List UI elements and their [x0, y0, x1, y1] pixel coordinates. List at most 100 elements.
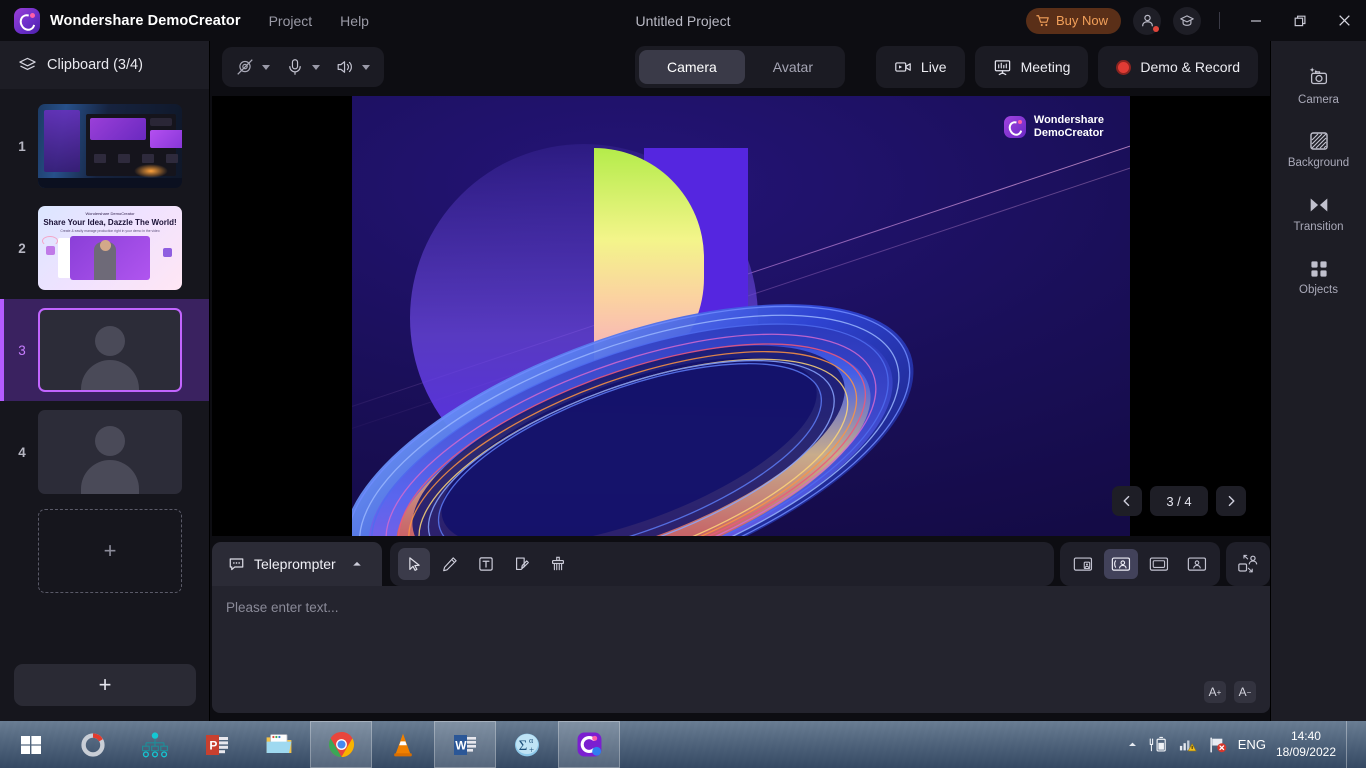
note-tool[interactable] — [506, 548, 538, 580]
vlc-cone-icon — [394, 733, 412, 756]
watermark-line-1: Wondershare — [1033, 114, 1104, 126]
preview-pager: 3 / 4 — [1112, 486, 1246, 516]
title-bar-right: Buy Now — [1025, 0, 1366, 41]
clipboard-item-3[interactable]: 3 — [0, 299, 209, 401]
network-warning-icon[interactable] — [1178, 736, 1198, 754]
democreator-icon — [577, 732, 601, 757]
view-screen-only[interactable] — [1142, 549, 1176, 579]
view-camera-only[interactable] — [1180, 549, 1214, 579]
increase-font-button[interactable]: A + — [1204, 681, 1226, 703]
eraser-tool[interactable] — [542, 548, 574, 580]
next-page-button[interactable] — [1216, 486, 1246, 516]
microphone-toggle[interactable] — [278, 50, 312, 84]
flag-error-icon[interactable] — [1208, 736, 1228, 754]
clipboard-sidebar: Clipboard (3/4) 1 2 Wondershare DemoCrea… — [0, 41, 210, 721]
sidebar-item-label: Camera — [1298, 93, 1339, 106]
clipboard-item-number: 2 — [18, 240, 26, 256]
word-icon: W — [454, 734, 476, 755]
meeting-button[interactable]: Meeting — [974, 46, 1089, 88]
clipboard-title: Clipboard (3/4) — [47, 57, 143, 73]
swap-layout-button[interactable] — [1226, 542, 1270, 586]
menu-project[interactable]: Project — [269, 13, 313, 29]
language-indicator[interactable]: ENG — [1238, 737, 1266, 752]
camera-toggle[interactable] — [228, 50, 262, 84]
mathtype-app[interactable]: Σ α + — [496, 721, 558, 768]
sidebar-item-camera[interactable]: Camera — [1271, 53, 1366, 117]
select-tool[interactable] — [398, 548, 430, 580]
svg-text:Σ: Σ — [519, 738, 528, 754]
tab-avatar[interactable]: Avatar — [745, 50, 841, 84]
video-camera-icon — [895, 62, 911, 72]
chrome-app[interactable] — [310, 721, 372, 768]
speaker-toggle[interactable] — [328, 50, 362, 84]
capture-toolbar: Camera Avatar Live Meeting Demo & Record — [210, 41, 1270, 93]
clock[interactable]: 14:40 18/09/2022 — [1276, 729, 1336, 760]
search-circle-icon — [81, 732, 105, 757]
grid-squares-icon — [1310, 260, 1327, 277]
mindmap-icon — [142, 731, 168, 757]
clipboard-item-2[interactable]: 2 Wondershare DemoCreator Share Your Ide… — [0, 197, 209, 299]
start-button[interactable] — [0, 721, 62, 768]
camera-dropdown-caret[interactable] — [262, 64, 270, 70]
file-explorer-app[interactable] — [248, 721, 310, 768]
preview-canvas[interactable]: Wondershare DemoCreator — [352, 96, 1130, 536]
account-notification-badge — [1153, 25, 1159, 32]
live-button[interactable]: Live — [875, 46, 965, 88]
buy-now-button[interactable]: Buy Now — [1025, 7, 1121, 34]
vlc-app[interactable] — [372, 721, 434, 768]
chevron-up-icon[interactable] — [1127, 739, 1138, 750]
restore-button[interactable] — [1278, 0, 1322, 41]
screen-camera-icon — [1111, 557, 1131, 571]
screen-pip-icon — [1073, 557, 1093, 571]
svg-text:+: + — [529, 745, 534, 755]
teleprompter-editor[interactable]: Please enter text... A + A − — [212, 586, 1270, 713]
show-desktop-button[interactable] — [1346, 721, 1354, 768]
close-icon — [1338, 15, 1350, 26]
clipboard-list: 1 2 Wondershare DemoCreator Share Your I… — [0, 89, 209, 593]
democreator-app[interactable] — [558, 721, 620, 768]
demo-record-button[interactable]: Demo & Record — [1098, 46, 1258, 88]
add-clip-slot[interactable]: + — [38, 509, 182, 593]
view-screen-camera[interactable] — [1104, 549, 1138, 579]
watermark-line-2: DemoCreator — [1033, 126, 1104, 139]
app-brand-name: Wondershare DemoCreator — [50, 12, 241, 29]
clipboard-item-1[interactable]: 1 — [0, 95, 209, 197]
teleprompter-placeholder: Please enter text... — [226, 600, 339, 615]
speaker-dropdown-caret[interactable] — [362, 64, 370, 70]
system-tray: ENG 14:40 18/09/2022 — [1127, 721, 1366, 768]
record-dot-icon — [1116, 59, 1132, 75]
clipboard-header: Clipboard (3/4) — [0, 41, 209, 89]
hatch-square-icon — [1309, 131, 1328, 150]
pencil-tool[interactable] — [434, 548, 466, 580]
text-tool[interactable] — [470, 548, 502, 580]
av-device-group — [222, 47, 384, 87]
search-button[interactable] — [62, 721, 124, 768]
clipboard-item-4[interactable]: 4 — [0, 401, 209, 503]
close-button[interactable] — [1322, 0, 1366, 41]
sidebar-item-objects[interactable]: Objects — [1271, 245, 1366, 309]
menu-help[interactable]: Help — [340, 13, 369, 29]
sidebar-item-transition[interactable]: Transition — [1271, 181, 1366, 245]
caret-up-icon[interactable] — [351, 558, 363, 570]
sidebar-item-label: Objects — [1299, 283, 1338, 296]
title-bar: Wondershare DemoCreator Project Help Unt… — [0, 0, 1366, 41]
mindmap-app[interactable] — [124, 721, 186, 768]
teleprompter-tab[interactable]: Teleprompter — [212, 542, 382, 586]
account-button[interactable] — [1133, 6, 1161, 35]
previous-page-button[interactable] — [1112, 486, 1142, 516]
powerpoint-app[interactable]: P — [186, 721, 248, 768]
watermark-logo-icon — [1003, 115, 1026, 138]
decrease-font-button[interactable]: A − — [1234, 681, 1256, 703]
meeting-label: Meeting — [1020, 59, 1071, 75]
sidebar-item-background[interactable]: Background — [1271, 117, 1366, 181]
tab-camera[interactable]: Camera — [638, 50, 745, 84]
sidebar-item-label: Transition — [1293, 220, 1344, 233]
add-clip-button[interactable]: + — [14, 664, 196, 706]
view-screen-pip-left[interactable] — [1066, 549, 1100, 579]
microphone-dropdown-caret[interactable] — [312, 64, 320, 70]
minimize-button[interactable] — [1234, 0, 1278, 41]
word-app[interactable]: W — [434, 721, 496, 768]
brush-eraser-icon — [552, 556, 564, 571]
tutorial-button[interactable] — [1173, 6, 1201, 35]
battery-icon[interactable] — [1148, 736, 1168, 754]
